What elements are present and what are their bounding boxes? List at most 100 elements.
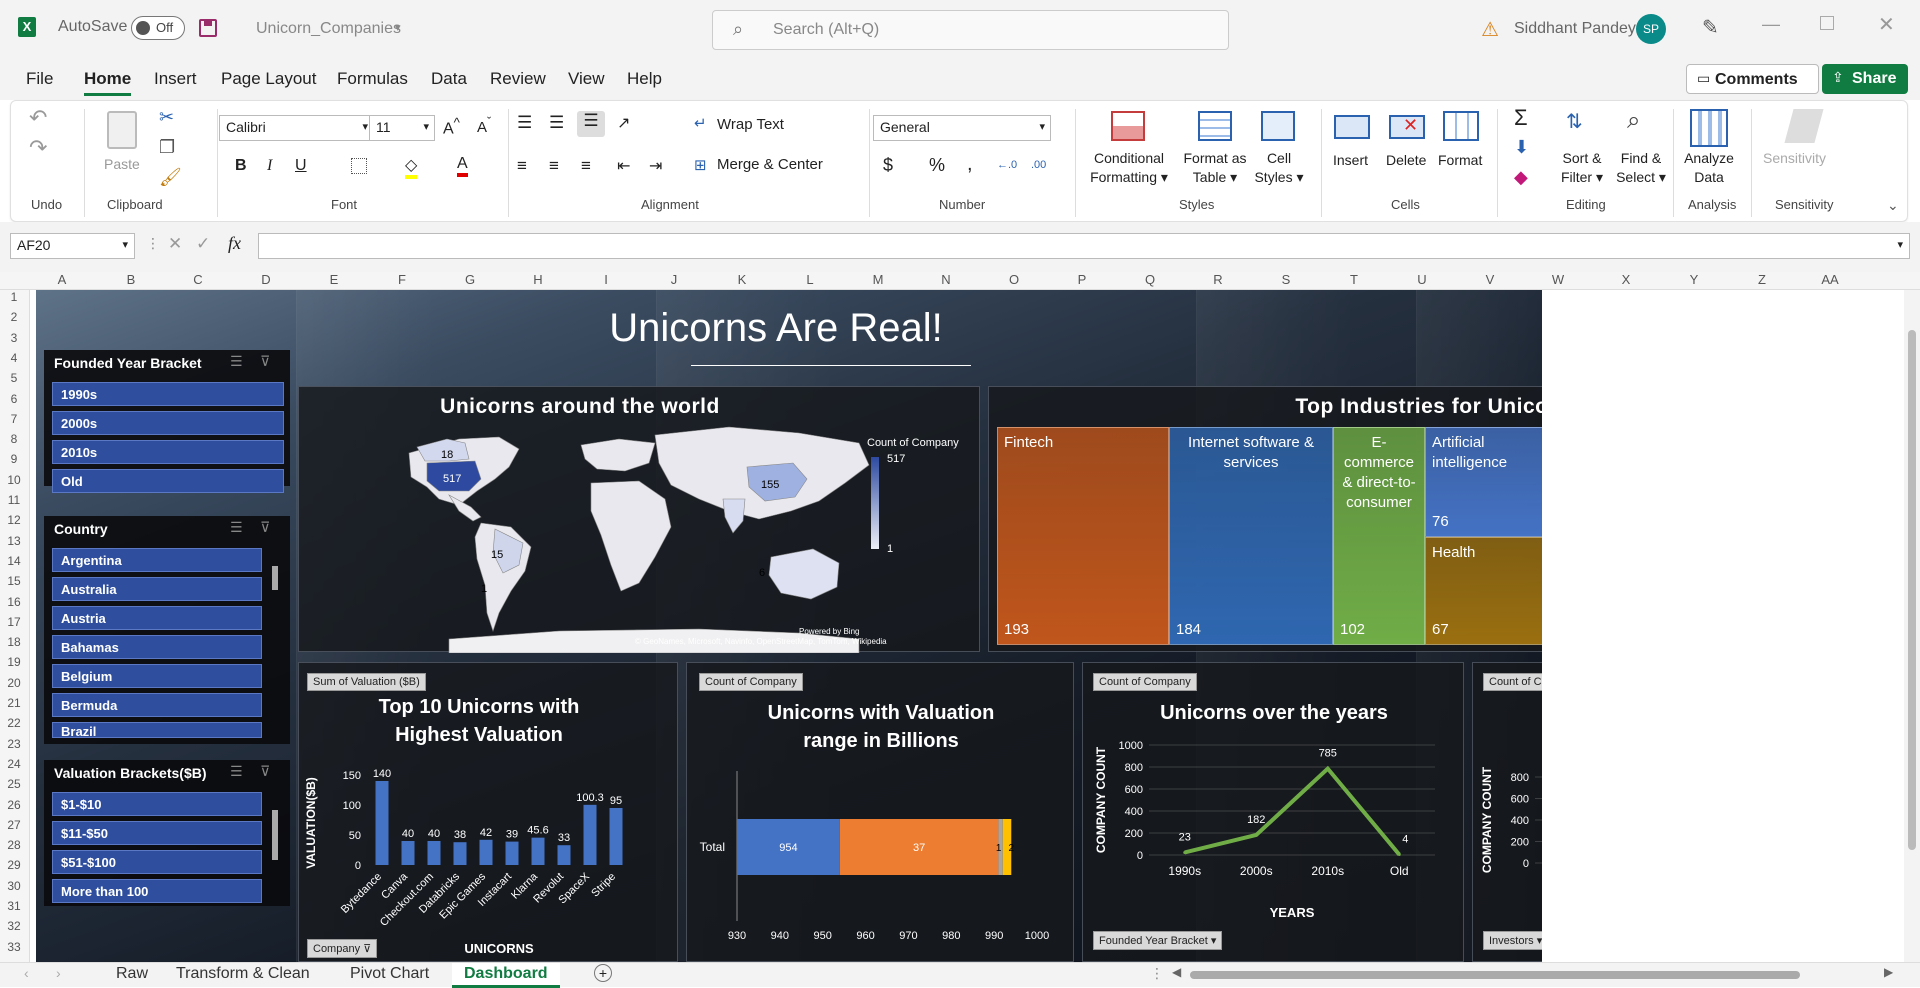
worksheet-grid[interactable]: A B C D E F G H I J K L M N O P Q R S T U V W X Y Z AA 1 2 3 4 5 6 7 8 9 10… — [0, 272, 1920, 962]
row-header[interactable]: 10 — [0, 473, 28, 487]
slicer-item[interactable]: 1990s — [52, 382, 284, 406]
align-middle-icon[interactable]: ☰ — [549, 113, 564, 133]
cell-styles-button[interactable]: Cell Styles ▾ — [1251, 149, 1307, 187]
row-header[interactable]: 20 — [0, 676, 28, 690]
column-header[interactable]: K — [732, 272, 752, 287]
undo-icon[interactable]: ↶ — [29, 105, 47, 131]
years-chart-panel[interactable]: Unicorns over the years 0 200 400 600 800 1000… — [1082, 662, 1464, 962]
close-icon[interactable]: ✕ — [1878, 12, 1895, 37]
column-header[interactable]: G — [460, 272, 480, 287]
wrap-text-icon[interactable]: ↵ — [694, 114, 707, 132]
row-header[interactable]: 33 — [0, 940, 28, 954]
paste-button[interactable]: Paste — [104, 155, 140, 174]
align-bottom-icon[interactable]: ☰ — [577, 111, 605, 137]
field-button-count[interactable]: Count of Company — [699, 673, 803, 691]
menu-file[interactable]: File — [26, 69, 53, 89]
column-header[interactable]: I — [596, 272, 616, 287]
decrease-font-icon[interactable]: Aˇ — [477, 115, 491, 136]
field-button-founded[interactable]: Founded Year Bracket ▾ — [1093, 931, 1223, 950]
tab-dashboard[interactable]: Dashboard — [452, 963, 560, 988]
decrease-indent-icon[interactable]: ⇤ — [617, 156, 630, 176]
orientation-icon[interactable]: ↗ — [617, 113, 630, 133]
row-header[interactable]: 27 — [0, 818, 28, 832]
more-sheets-icon[interactable]: ⋮ — [1150, 965, 1164, 982]
menu-formulas[interactable]: Formulas — [337, 69, 408, 89]
slicer-item[interactable]: Belgium — [52, 664, 262, 688]
row-header[interactable]: 1 — [0, 290, 28, 304]
column-header[interactable]: X — [1616, 272, 1636, 287]
row-header[interactable]: 30 — [0, 879, 28, 893]
menu-data[interactable]: Data — [431, 69, 467, 89]
currency-icon[interactable]: $ — [883, 155, 893, 176]
row-header[interactable]: 2 — [0, 310, 28, 324]
row-header[interactable]: 29 — [0, 858, 28, 872]
column-header[interactable]: Z — [1752, 272, 1772, 287]
align-top-icon[interactable]: ☰ — [517, 113, 532, 133]
wrap-text-button[interactable]: Wrap Text — [717, 115, 784, 134]
clear-filter-icon[interactable]: ⊽ — [260, 353, 270, 370]
slicer-item[interactable]: Old — [52, 469, 284, 493]
top10-chart-panel[interactable]: Top 10 Unicorns with Highest Valuation 0 50… — [298, 662, 678, 962]
column-header[interactable]: V — [1480, 272, 1500, 287]
merge-icon[interactable]: ⊞ — [694, 156, 707, 174]
slicer-item[interactable]: 2000s — [52, 411, 284, 435]
sensitivity-button[interactable]: Sensitivity — [1763, 149, 1826, 168]
row-header[interactable]: 26 — [0, 798, 28, 812]
slicer-item[interactable]: $1-$10 — [52, 792, 262, 816]
bold-icon[interactable]: B — [235, 157, 247, 175]
menu-page-layout[interactable]: Page Layout — [221, 69, 316, 89]
format-as-table-button[interactable]: Format as Table ▾ — [1176, 149, 1254, 187]
column-header[interactable]: Y — [1684, 272, 1704, 287]
analyze-data-icon[interactable] — [1690, 109, 1728, 147]
add-sheet-icon[interactable]: + — [594, 964, 612, 982]
row-header[interactable]: 7 — [0, 412, 28, 426]
italic-icon[interactable]: I — [267, 157, 272, 175]
column-header[interactable]: A — [52, 272, 72, 287]
treemap-tile[interactable]: Internet software & services 184 — [1169, 427, 1333, 645]
cut-icon[interactable]: ✂ — [159, 107, 174, 128]
column-header[interactable]: H — [528, 272, 548, 287]
autosum-icon[interactable]: Σ — [1514, 105, 1528, 131]
column-header[interactable]: B — [121, 272, 141, 287]
slicer-item[interactable]: $51-$100 — [52, 850, 262, 874]
slicer-item[interactable]: $11-$50 — [52, 821, 262, 845]
row-header[interactable]: 24 — [0, 757, 28, 771]
align-center-icon[interactable]: ≡ — [549, 156, 559, 176]
restore-icon[interactable] — [1820, 16, 1834, 30]
treemap-tile[interactable]: Health 67 — [1425, 537, 1542, 645]
conditional-formatting-button[interactable]: Conditional Formatting ▾ — [1086, 149, 1172, 187]
treemap-tile[interactable]: Fintech 193 — [997, 427, 1169, 645]
column-header[interactable]: M — [868, 272, 888, 287]
column-header[interactable]: P — [1072, 272, 1092, 287]
slicer-scrollbar[interactable] — [272, 566, 278, 590]
multi-select-icon[interactable]: ☰ — [230, 763, 243, 780]
prev-sheet-icon[interactable]: ‹ — [24, 965, 29, 981]
map-panel[interactable]: Unicorns around the world 18 517 155 15 … — [298, 386, 980, 653]
font-size-select[interactable]: 11 ▾ — [369, 115, 435, 141]
row-header[interactable]: 28 — [0, 838, 28, 852]
valuation-range-panel[interactable]: Unicorns with Valuation range in Billions… — [686, 662, 1074, 962]
enter-icon[interactable]: ✓ — [196, 234, 210, 254]
clear-filter-icon[interactable]: ⊽ — [260, 519, 270, 536]
next-sheet-icon[interactable]: › — [56, 965, 61, 981]
multi-select-icon[interactable]: ☰ — [230, 519, 243, 536]
field-button-company[interactable]: Company ⊽ — [307, 939, 378, 958]
treemap-panel[interactable]: Top Industries for Unicorns Fintech 193 In… — [988, 386, 1542, 652]
find-select-icon[interactable]: ⌕ — [1627, 107, 1640, 135]
fill-color-icon[interactable]: ◇ — [405, 155, 418, 179]
font-color-icon[interactable]: A — [457, 155, 468, 177]
row-header[interactable]: 5 — [0, 371, 28, 385]
align-right-icon[interactable]: ≡ — [581, 156, 591, 176]
column-header[interactable]: U — [1412, 272, 1432, 287]
column-header[interactable]: Q — [1140, 272, 1160, 287]
paste-icon[interactable] — [107, 111, 137, 149]
format-cells-icon[interactable] — [1443, 111, 1479, 141]
tab-pivot-chart[interactable]: Pivot Chart — [350, 965, 429, 983]
row-header[interactable]: 25 — [0, 777, 28, 791]
comments-button[interactable]: ▭ Comments — [1686, 64, 1819, 94]
row-header[interactable]: 15 — [0, 574, 28, 588]
row-header[interactable]: 11 — [0, 493, 28, 507]
slicer-item[interactable]: 2010s — [52, 440, 284, 464]
increase-font-icon[interactable]: A^ — [443, 115, 460, 138]
column-header[interactable]: D — [256, 272, 276, 287]
